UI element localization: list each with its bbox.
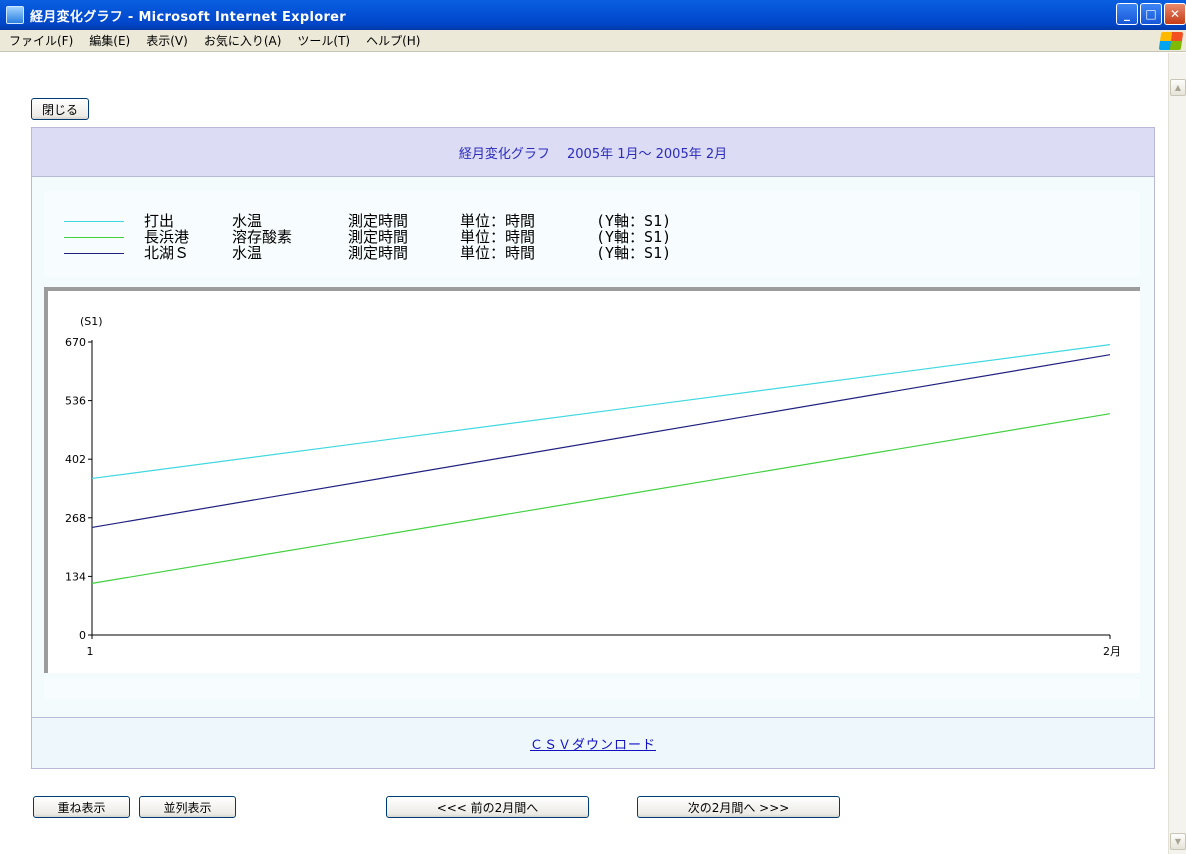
series-line [91, 344, 1111, 480]
legend-unit: 単位：時間 [460, 212, 536, 230]
menu-bar: ファイル(F) 編集(E) 表示(V) お気に入り(A) ツール(T) ヘルプ(… [0, 30, 1186, 52]
legend-measure: 測定時間 [348, 228, 409, 246]
close-page-button[interactable]: 閉じる [31, 98, 89, 120]
chart-bottom-band [44, 679, 1140, 699]
legend-line-icon [64, 252, 124, 254]
scroll-up-icon[interactable]: ▲ [1170, 79, 1186, 96]
y-axis-label: (S1) [80, 315, 103, 328]
menu-favorites[interactable]: お気に入り(A) [196, 32, 290, 49]
minimize-button[interactable]: _ [1116, 3, 1138, 25]
series-line [91, 413, 1111, 584]
menu-help[interactable]: ヘルプ(H) [358, 32, 428, 49]
y-tick-label: 134 [65, 570, 86, 583]
scroll-down-icon[interactable]: ▼ [1170, 833, 1186, 850]
legend-station: 打出 [144, 212, 175, 230]
menu-edit[interactable]: 編集(E) [81, 32, 138, 49]
x-tick-label: 2月 [1103, 645, 1121, 658]
y-tick-label: 536 [65, 395, 86, 408]
legend-axis: (Y軸：S1) [596, 228, 672, 246]
graph-header: 経月変化グラフ 2005年 1月～ 2005年 2月 [31, 127, 1155, 177]
line-chart: 0 134 268 402 536 670 (S1) 1 2月 [65, 315, 1121, 658]
legend-item: 北湖Ｓ 水温 測定時間 単位：時間 (Y軸：S1) [64, 245, 671, 261]
legend-station: 北湖Ｓ [144, 244, 190, 262]
windows-logo-icon [1158, 32, 1184, 50]
y-tick-label: 0 [79, 629, 86, 642]
legend-unit: 単位：時間 [460, 244, 536, 262]
overlay-view-button[interactable]: 重ね表示 [33, 796, 130, 818]
parallel-view-button[interactable]: 並列表示 [139, 796, 236, 818]
legend-measure: 測定時間 [348, 244, 409, 262]
maximize-button[interactable]: □ [1140, 3, 1162, 25]
page-title: 経月変化グラフ 2005年 1月～ 2005年 2月 [458, 146, 728, 162]
menu-view[interactable]: 表示(V) [138, 32, 196, 49]
footer-band: ＣＳＶダウンロード [31, 717, 1155, 769]
legend-unit: 単位：時間 [460, 228, 536, 246]
vertical-scrollbar[interactable]: ▲ ▼ [1168, 53, 1186, 854]
ie-icon [6, 6, 24, 24]
y-tick-label: 402 [65, 453, 86, 466]
legend-line-icon [64, 220, 124, 222]
prev-period-button[interactable]: <<< 前の2月間へ [386, 796, 589, 818]
legend-item-name: 溶存酸素 [232, 228, 293, 246]
window-title: 経月変化グラフ - Microsoft Internet Explorer [30, 9, 346, 25]
legend-station: 長浜港 [144, 228, 190, 246]
legend-item: 打出 水温 測定時間 単位：時間 (Y軸：S1) [64, 213, 671, 229]
legend-item: 長浜港 溶存酸素 測定時間 単位：時間 (Y軸：S1) [64, 229, 671, 245]
close-window-button[interactable]: ✕ [1164, 3, 1186, 25]
y-tick-label: 670 [65, 336, 86, 349]
x-tick-label: 1 [87, 645, 94, 658]
y-tick-label: 268 [65, 512, 86, 525]
legend-item-name: 水温 [232, 244, 263, 262]
legend-axis: (Y軸：S1) [596, 212, 672, 230]
menu-file[interactable]: ファイル(F) [0, 32, 81, 49]
menu-tools[interactable]: ツール(T) [289, 32, 358, 49]
legend-item-name: 水温 [232, 212, 263, 230]
legend-measure: 測定時間 [348, 212, 409, 230]
series-line [91, 354, 1111, 529]
csv-download-link[interactable]: ＣＳＶダウンロード [530, 734, 656, 753]
next-period-button[interactable]: 次の2月間へ >>> [637, 796, 840, 818]
window-controls: _ □ ✕ [1116, 3, 1186, 25]
window-title-bar: 経月変化グラフ - Microsoft Internet Explorer _ … [0, 0, 1186, 30]
legend-line-icon [64, 236, 124, 238]
legend-axis: (Y軸：S1) [596, 244, 672, 262]
